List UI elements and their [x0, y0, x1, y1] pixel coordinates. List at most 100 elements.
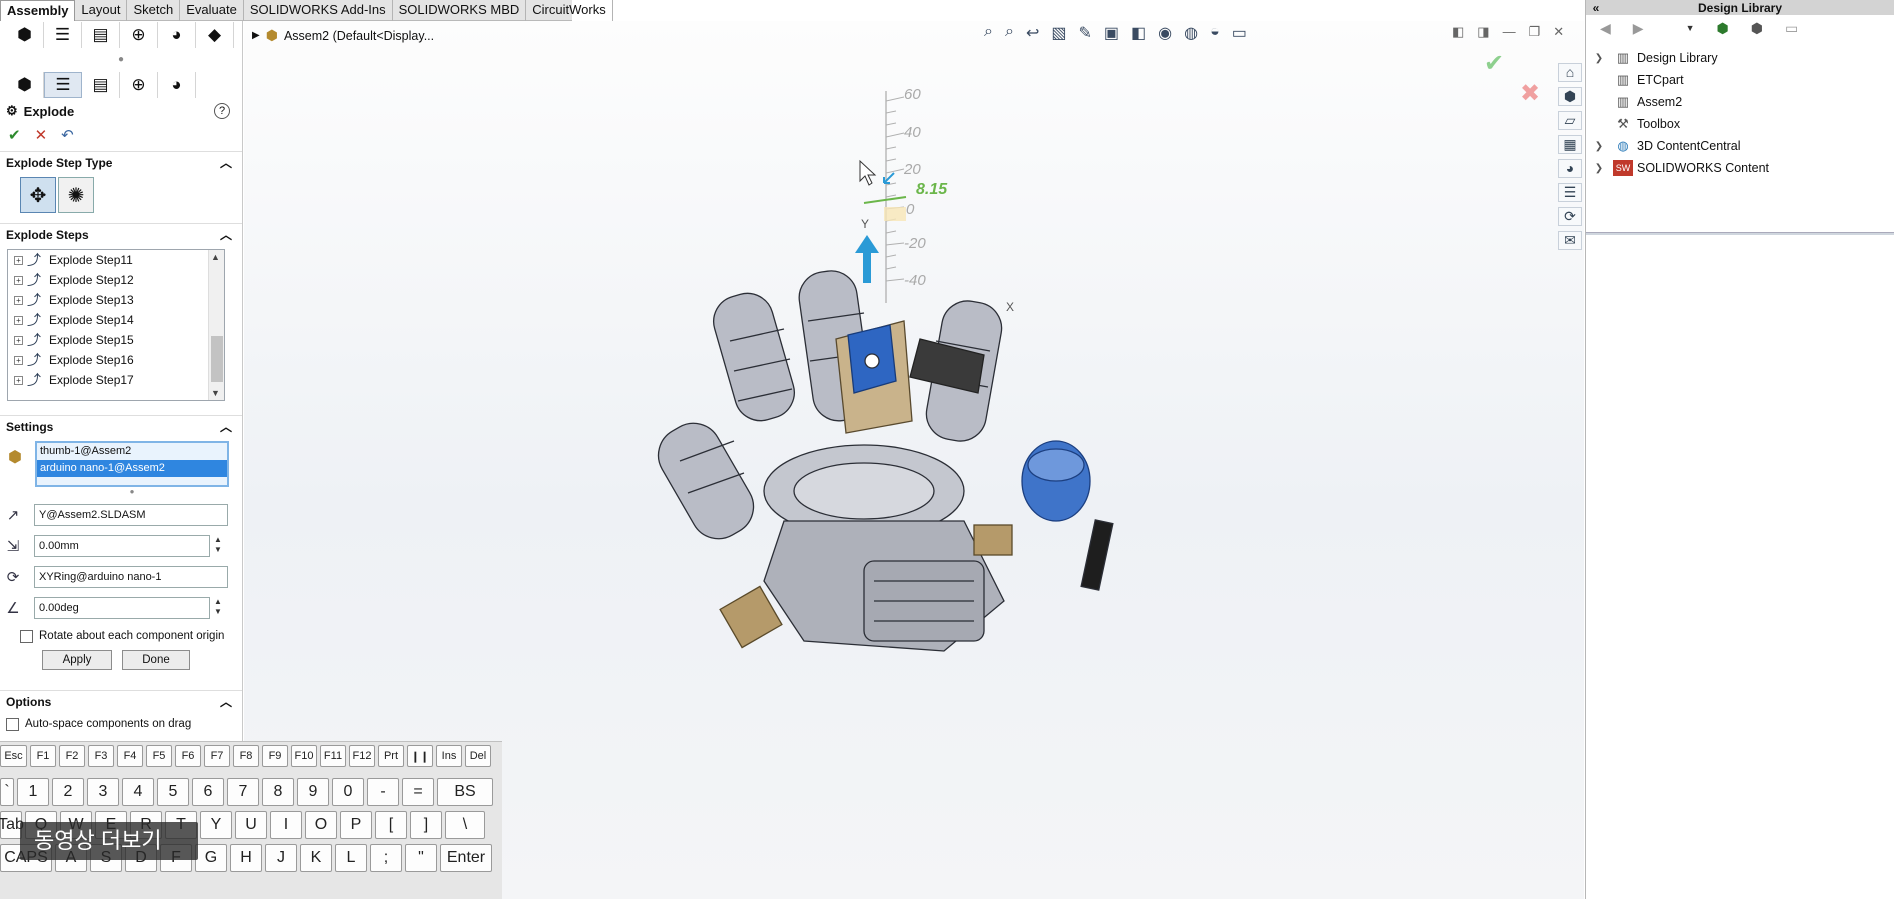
key[interactable]: 5	[157, 778, 189, 806]
key[interactable]: 6	[192, 778, 224, 806]
collapse-pane-icon[interactable]: «	[1586, 1, 1606, 15]
list-item[interactable]: + ⤴ Explode Step13	[8, 290, 224, 310]
rotate-icon[interactable]: ⟳	[0, 568, 26, 586]
key[interactable]: P	[340, 811, 372, 839]
direction-field[interactable]: Y@Assem2.SLDASM	[34, 504, 228, 526]
list-item[interactable]: + ⤴ Explode Step17	[8, 370, 224, 390]
dimxpert-icon[interactable]: ⊕	[120, 22, 158, 48]
library-item[interactable]: ❯ ◍ 3D ContentCentral	[1586, 135, 1894, 157]
components-selection-box[interactable]: thumb-1@Assem2 arduino nano-1@Assem2	[35, 441, 229, 487]
thumb-component[interactable]	[1021, 440, 1091, 522]
library-item[interactable]: ❯ SW SOLIDWORKS Content	[1586, 157, 1894, 179]
options-header[interactable]: Options ︿	[0, 690, 242, 712]
chevron-up-icon[interactable]: ︿	[220, 693, 232, 710]
tab-mbd[interactable]: SOLIDWORKS MBD	[393, 0, 527, 21]
key[interactable]: F11	[320, 745, 346, 767]
scrollbar[interactable]: ▲ ▼	[208, 250, 224, 400]
create-folder-icon[interactable]: ▭	[1785, 20, 1798, 37]
y-arrow-head[interactable]	[855, 235, 879, 253]
key[interactable]: Esc	[0, 745, 27, 767]
key[interactable]: 8	[262, 778, 294, 806]
key[interactable]: 4	[122, 778, 154, 806]
key[interactable]: -	[367, 778, 399, 806]
undo-icon[interactable]: ↶	[61, 126, 74, 144]
explode-step-type-header[interactable]: Explode Step Type ︿	[0, 151, 242, 173]
key[interactable]: L	[335, 844, 367, 872]
distance-field[interactable]: 0.00mm	[34, 535, 210, 557]
configuration-manager-icon[interactable]: ▤	[82, 22, 120, 48]
key[interactable]: I	[270, 811, 302, 839]
dimxpert-icon[interactable]: ⊕	[120, 72, 158, 98]
tab-assembly[interactable]: Assembly	[0, 0, 76, 21]
key[interactable]: F8	[233, 745, 259, 767]
chevron-right-icon[interactable]: ❯	[1591, 141, 1607, 152]
sensor-part[interactable]	[1080, 519, 1114, 591]
list-item[interactable]: + ⤴ Explode Step15	[8, 330, 224, 350]
splitter-grip[interactable]: ●	[0, 49, 242, 71]
key[interactable]: \	[445, 811, 485, 839]
chevron-right-icon[interactable]: ❯	[1591, 163, 1607, 174]
more-videos-overlay[interactable]: 동영상 더보기	[20, 822, 198, 860]
list-item[interactable]: + ⤴ Explode Step16	[8, 350, 224, 370]
tab-addins[interactable]: SOLIDWORKS Add-Ins	[244, 0, 393, 21]
feature-manager-icon[interactable]: ⬢	[6, 72, 44, 98]
key[interactable]: G	[195, 844, 227, 872]
scrollbar-thumb[interactable]	[211, 336, 223, 382]
key[interactable]: F12	[349, 745, 375, 767]
library-item[interactable]: ▥ ETCpart	[1586, 69, 1894, 91]
key[interactable]: F2	[59, 745, 85, 767]
key[interactable]: 3	[87, 778, 119, 806]
key[interactable]: Enter	[440, 844, 492, 872]
expand-icon[interactable]: +	[14, 295, 23, 305]
key[interactable]: 0	[332, 778, 364, 806]
finger-part[interactable]	[648, 413, 763, 549]
list-item[interactable]: + ⤴ Explode Step14	[8, 310, 224, 330]
tab-sketch[interactable]: Sketch	[127, 0, 181, 21]
selected-component[interactable]: arduino nano-1@Assem2	[37, 460, 227, 477]
key[interactable]: =	[402, 778, 434, 806]
cam-icon[interactable]: ◆	[196, 22, 234, 48]
chevron-up-icon[interactable]: ︿	[220, 154, 232, 171]
regular-step-button[interactable]: ✥	[20, 177, 56, 213]
apply-button[interactable]: Apply	[42, 650, 112, 670]
expand-icon[interactable]: +	[14, 335, 23, 345]
auto-space-checkbox[interactable]	[6, 717, 19, 731]
display-manager-icon[interactable]: ◕	[158, 72, 196, 98]
done-button[interactable]: Done	[122, 650, 190, 670]
hand-assembly[interactable]	[648, 268, 1114, 652]
dropdown-icon[interactable]: ▼	[1686, 23, 1695, 33]
chevron-up-icon[interactable]: ︿	[220, 418, 232, 435]
help-button[interactable]: ?	[214, 103, 230, 119]
scroll-down-icon[interactable]: ▼	[211, 388, 220, 398]
palm-base[interactable]	[763, 444, 1005, 652]
scroll-up-icon[interactable]: ▲	[211, 252, 220, 262]
key[interactable]: F3	[88, 745, 114, 767]
list-item[interactable]: + ⤴ Explode Step11	[8, 250, 224, 270]
key[interactable]: 7	[227, 778, 259, 806]
key[interactable]: ❙❙	[407, 745, 433, 767]
feature-manager-icon[interactable]: ⬢	[6, 22, 44, 48]
expand-icon[interactable]: +	[14, 255, 23, 265]
expand-icon[interactable]: +	[14, 355, 23, 365]
library-item[interactable]: ▥ Assem2	[1586, 91, 1894, 113]
key[interactable]: J	[265, 844, 297, 872]
key[interactable]: F6	[175, 745, 201, 767]
add-file-location-icon[interactable]: ⬢	[1751, 20, 1763, 37]
resize-grip[interactable]: ●	[35, 487, 229, 496]
list-item[interactable]: + ⤴ Explode Step12	[8, 270, 224, 290]
pane-splitter[interactable]	[1586, 232, 1894, 235]
forward-icon[interactable]: ▶	[1633, 20, 1644, 37]
explode-steps-header[interactable]: Explode Steps ︿	[0, 223, 242, 245]
key[interactable]: F5	[146, 745, 172, 767]
key[interactable]: "	[405, 844, 437, 872]
library-item[interactable]: ❯ ▥ Design Library	[1586, 47, 1894, 69]
key[interactable]: Del	[465, 745, 491, 767]
key[interactable]: O	[305, 811, 337, 839]
finger-part[interactable]	[708, 287, 801, 427]
key[interactable]: 2	[52, 778, 84, 806]
radial-step-button[interactable]: ✺	[58, 177, 94, 213]
key[interactable]: `	[0, 778, 14, 806]
key[interactable]: ;	[370, 844, 402, 872]
key[interactable]: H	[230, 844, 262, 872]
key[interactable]: BS	[437, 778, 493, 806]
